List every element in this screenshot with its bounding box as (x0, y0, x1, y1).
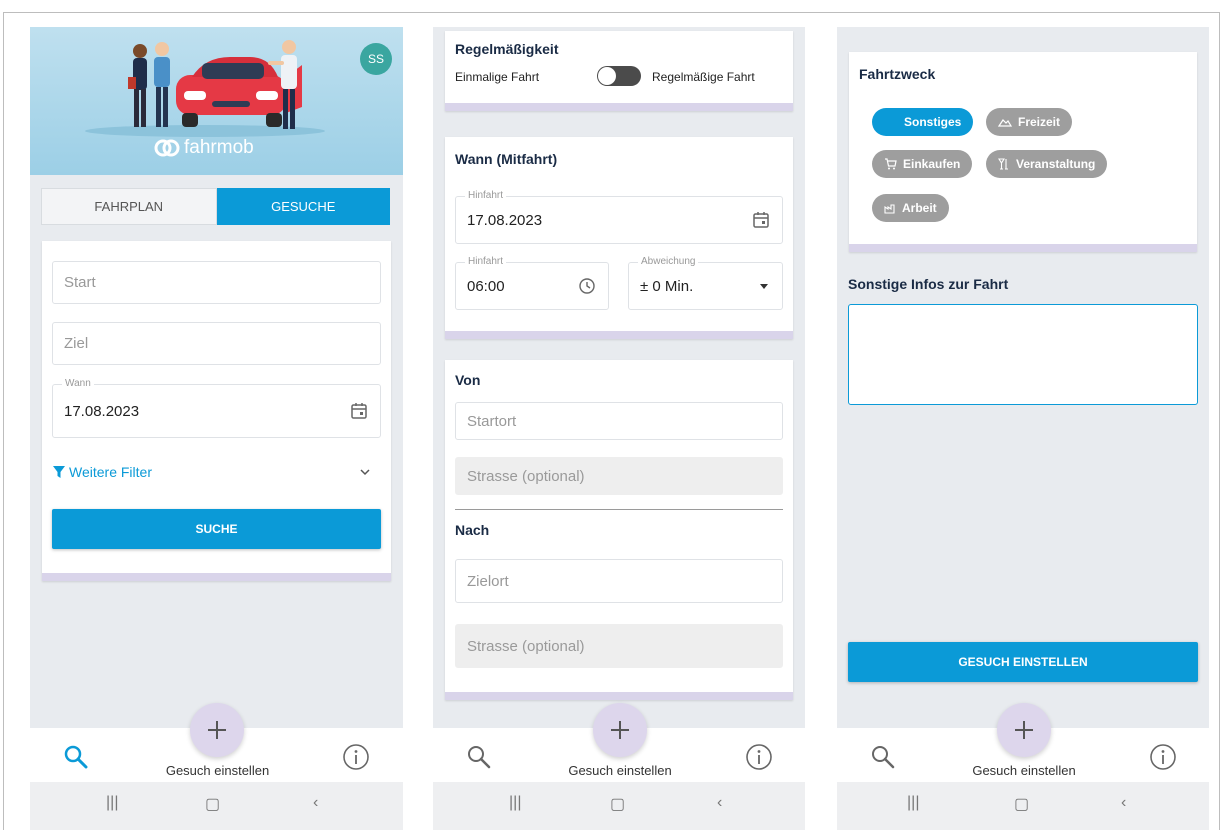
from-title: Von (455, 372, 481, 388)
purpose-title: Fahrtzweck (859, 66, 936, 82)
plus-icon (1015, 721, 1033, 739)
more-filters-label: Weitere Filter (69, 464, 152, 480)
logo-icon (154, 139, 180, 157)
search-card: Start Ziel Wann 17.08.2023 Weitere Filte… (42, 241, 391, 581)
info-icon[interactable] (342, 743, 370, 771)
home-icon[interactable]: ▢ (205, 794, 220, 814)
back-icon[interactable]: ‹ (1121, 794, 1126, 812)
departure-time-input[interactable]: Hinfahrt 06:00 (455, 256, 609, 310)
app-logo: fahrmob (154, 137, 254, 159)
recent-apps-icon[interactable]: ||| (907, 794, 919, 812)
deviation-value: ± 0 Min. (640, 277, 694, 295)
cocktail-icon (998, 158, 1008, 170)
chip-veranstaltung[interactable]: Veranstaltung (986, 150, 1108, 178)
chip-sonstiges[interactable]: Sonstiges (872, 108, 974, 136)
departure-date-label: Hinfahrt (465, 190, 507, 202)
to-street-input[interactable]: Strasse (optional) (455, 624, 783, 668)
screen-search: fahrmob SS FAHRPLAN GESUCHE Start Ziel W… (30, 27, 403, 830)
calendar-icon[interactable] (350, 402, 368, 420)
trip-info-textarea[interactable] (848, 304, 1198, 405)
recent-apps-icon[interactable]: ||| (509, 794, 521, 812)
system-nav-bar: ||| ▢ ‹ (30, 782, 403, 830)
start-input[interactable]: Start (52, 261, 381, 304)
system-nav-bar: ||| ▢ ‹ (837, 782, 1209, 830)
search-button[interactable]: SUCHE (52, 509, 381, 549)
tab-bar: FAHRPLAN GESUCHE (41, 188, 390, 225)
add-request-button[interactable] (593, 703, 647, 757)
info-icon[interactable] (1149, 743, 1177, 771)
wann-value: 17.08.2023 (64, 402, 140, 420)
logo-text: fahrmob (184, 137, 254, 158)
chip-freizeit[interactable]: Freizeit (986, 108, 1073, 136)
to-location-input[interactable]: Zielort (455, 559, 783, 603)
regularity-toggle[interactable] (597, 66, 641, 86)
back-icon[interactable]: ‹ (313, 794, 318, 812)
submit-request-button[interactable]: GESUCH EINSTELLEN (848, 642, 1198, 682)
add-request-button[interactable] (997, 703, 1051, 757)
cart-icon (885, 158, 897, 170)
info-icon[interactable] (745, 743, 773, 771)
departure-time-value: 06:00 (467, 277, 505, 295)
when-title: Wann (Mitfahrt) (455, 151, 558, 167)
screen-request-form: Regelmäßigkeit Einmalige Fahrt Regelmäßi… (433, 27, 805, 830)
tab-fahrplan[interactable]: FAHRPLAN (41, 188, 217, 225)
tab-gesuche[interactable]: GESUCHE (216, 188, 390, 225)
chip-freizeit-label: Freizeit (1018, 115, 1061, 129)
add-request-button[interactable] (190, 703, 244, 757)
calendar-icon[interactable] (752, 211, 770, 229)
option-regular-label: Regelmäßige Fahrt (652, 70, 755, 84)
clock-icon[interactable] (578, 277, 596, 295)
chip-arbeit[interactable]: Arbeit (872, 194, 949, 222)
departure-time-label: Hinfahrt (465, 256, 507, 268)
regularity-card: Regelmäßigkeit Einmalige Fahrt Regelmäßi… (445, 31, 793, 111)
chip-einkaufen[interactable]: Einkaufen (872, 150, 973, 178)
header-banner: fahrmob SS (30, 27, 403, 175)
divider (455, 509, 783, 510)
filter-icon (53, 466, 65, 478)
user-avatar[interactable]: SS (360, 43, 392, 75)
chip-einkaufen-label: Einkaufen (903, 157, 961, 171)
info-title: Sonstige Infos zur Fahrt (848, 276, 1009, 292)
factory-icon (884, 203, 895, 214)
toggle-knob (598, 67, 616, 85)
mountain-icon (998, 119, 1012, 127)
plus-icon (611, 721, 629, 739)
chip-sonstiges-label: Sonstiges (904, 115, 962, 129)
route-card: Von Startort Strasse (optional) Nach Zie… (445, 360, 793, 700)
recent-apps-icon[interactable]: ||| (106, 794, 118, 812)
dropdown-arrow-icon (760, 284, 768, 289)
departure-date-input[interactable]: Hinfahrt 17.08.2023 (455, 190, 783, 244)
ziel-input[interactable]: Ziel (52, 322, 381, 365)
from-street-input[interactable]: Strasse (optional) (455, 457, 783, 495)
back-icon[interactable]: ‹ (717, 794, 722, 812)
wann-date-input[interactable]: Wann 17.08.2023 (52, 378, 381, 438)
screen-request-details: Fahrtzweck Sonstiges Freizeit Einkaufen … (837, 27, 1209, 830)
deviation-select[interactable]: Abweichung ± 0 Min. (628, 256, 783, 310)
deviation-label: Abweichung (638, 256, 699, 268)
departure-date-value: 17.08.2023 (467, 211, 543, 229)
chip-arbeit-label: Arbeit (902, 201, 937, 215)
purpose-card: Fahrtzweck Sonstiges Freizeit Einkaufen … (849, 52, 1197, 252)
home-icon[interactable]: ▢ (1014, 794, 1029, 814)
option-once-label: Einmalige Fahrt (455, 70, 540, 84)
from-location-input[interactable]: Startort (455, 402, 783, 440)
system-nav-bar: ||| ▢ ‹ (433, 782, 805, 830)
to-title: Nach (455, 522, 490, 538)
home-icon[interactable]: ▢ (610, 794, 625, 814)
when-card: Wann (Mitfahrt) Hinfahrt 17.08.2023 Hinf… (445, 137, 793, 339)
chevron-down-icon (360, 469, 370, 476)
more-filters-toggle[interactable]: Weitere Filter (52, 459, 381, 485)
chip-veranstaltung-label: Veranstaltung (1016, 157, 1096, 171)
wann-label: Wann (62, 378, 94, 390)
plus-icon (208, 721, 226, 739)
regularity-title: Regelmäßigkeit (455, 41, 559, 57)
